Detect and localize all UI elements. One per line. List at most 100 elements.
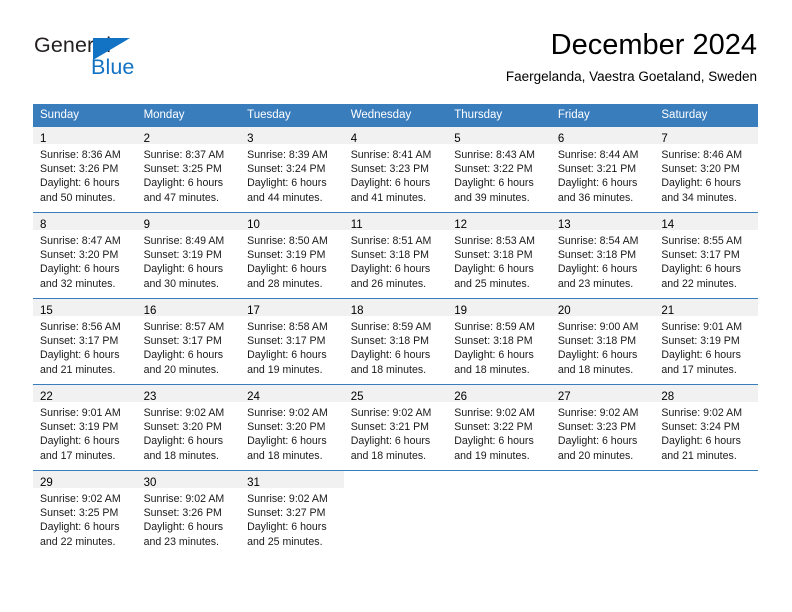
- day-number-band: 27: [550, 385, 655, 403]
- calendar-day-cell[interactable]: 25 Sunrise: 9:02 AM Sunset: 3:21 PM Dayligh…: [343, 384, 448, 471]
- daylight-duration-line1: Daylight: 6 hours: [350, 263, 431, 276]
- calendar-day-cell[interactable]: 11 Sunrise: 8:51 AM Sunset: 3:18 PM Dayligh…: [343, 212, 448, 299]
- calendar-day-cell[interactable]: 29 Sunrise: 9:02 AM Sunset: 3:25 PM Dayligh…: [33, 470, 137, 556]
- sunrise-time: Sunrise: 8:47 AM: [40, 235, 121, 247]
- daylight-duration-line2: and 44 minutes.: [247, 191, 323, 204]
- calendar-day-cell[interactable]: 12 Sunrise: 8:53 AM Sunset: 3:18 PM Dayligh…: [447, 212, 551, 299]
- calendar-day-cell[interactable]: 21 Sunrise: 9:01 AM Sunset: 3:19 PM Dayligh…: [654, 298, 758, 385]
- calendar-day-cell[interactable]: 30 Sunrise: 9:02 AM Sunset: 3:26 PM Dayligh…: [136, 470, 241, 556]
- calendar-day-cell[interactable]: 20 Sunrise: 9:00 AM Sunset: 3:18 PM Dayligh…: [550, 298, 655, 385]
- sunrise-time: Sunrise: 9:02 AM: [350, 407, 432, 419]
- calendar-day-cell[interactable]: 28 Sunrise: 9:02 AM Sunset: 3:24 PM Dayligh…: [654, 384, 758, 471]
- calendar-day-cell[interactable]: 23 Sunrise: 9:02 AM Sunset: 3:20 PM Dayligh…: [136, 384, 241, 471]
- daylight-duration-line2: and 20 minutes.: [143, 363, 219, 376]
- general-blue-logo[interactable]: General Blue: [34, 33, 214, 85]
- sunrise-time: Sunrise: 8:51 AM: [350, 235, 432, 247]
- calendar-day-cell[interactable]: 27 Sunrise: 9:02 AM Sunset: 3:23 PM Dayligh…: [550, 384, 655, 471]
- sunrise-time: Sunrise: 9:02 AM: [557, 407, 639, 419]
- day-number: 7: [661, 133, 668, 145]
- day-cell-content: 12 Sunrise: 8:53 AM Sunset: 3:18 PM Dayligh…: [447, 213, 551, 298]
- day-cell-content: 5 Sunrise: 8:43 AM Sunset: 3:22 PM Daylight…: [447, 127, 551, 212]
- day-details: Sunrise: 8:39 AM Sunset: 3:24 PM Daylight:…: [240, 144, 344, 205]
- sunset-time: Sunset: 3:22 PM: [454, 163, 533, 176]
- daylight-duration-line2: and 18 minutes.: [454, 363, 530, 376]
- daylight-duration-line2: and 34 minutes.: [661, 191, 737, 204]
- calendar-day-cell[interactable]: 8 Sunrise: 8:47 AM Sunset: 3:20 PM Daylight…: [33, 212, 137, 299]
- calendar-day-cell[interactable]: 24 Sunrise: 9:02 AM Sunset: 3:20 PM Dayligh…: [240, 384, 344, 471]
- daylight-duration-line2: and 47 minutes.: [143, 191, 219, 204]
- page-subtitle: Faergelanda, Vaestra Goetaland, Sweden: [505, 69, 757, 84]
- daylight-duration-line2: and 41 minutes.: [350, 191, 427, 204]
- calendar-day-cell[interactable]: 31 Sunrise: 9:02 AM Sunset: 3:27 PM Dayligh…: [240, 470, 344, 556]
- calendar-day-cell[interactable]: 5 Sunrise: 8:43 AM Sunset: 3:22 PM Daylight…: [447, 127, 551, 213]
- day-details: Sunrise: 8:44 AM Sunset: 3:21 PM Daylight:…: [551, 144, 655, 205]
- day-number: 26: [454, 391, 468, 403]
- calendar-day-cell[interactable]: 26 Sunrise: 9:02 AM Sunset: 3:22 PM Dayligh…: [447, 384, 551, 471]
- calendar-day-cell[interactable]: 9 Sunrise: 8:49 AM Sunset: 3:19 PM Daylight…: [136, 212, 241, 299]
- weekday-header-monday: Monday: [136, 104, 241, 127]
- daylight-duration-line1: Daylight: 6 hours: [247, 177, 327, 190]
- day-details: Sunrise: 9:02 AM Sunset: 3:27 PM Daylight:…: [240, 488, 344, 549]
- sunset-time: Sunset: 3:18 PM: [350, 249, 430, 262]
- daylight-duration-line1: Daylight: 6 hours: [247, 263, 327, 276]
- daylight-duration-line1: Daylight: 6 hours: [40, 263, 120, 276]
- sunset-time: Sunset: 3:19 PM: [143, 249, 222, 262]
- day-details: Sunrise: 8:53 AM Sunset: 3:18 PM Daylight:…: [447, 230, 551, 291]
- day-cell-content: 25 Sunrise: 9:02 AM Sunset: 3:21 PM Dayligh…: [343, 385, 448, 470]
- day-number: 24: [247, 391, 260, 403]
- sunset-time: Sunset: 3:18 PM: [557, 249, 637, 262]
- day-details: Sunrise: 9:02 AM Sunset: 3:20 PM Daylight:…: [240, 402, 344, 463]
- daylight-duration-line2: and 30 minutes.: [143, 277, 219, 290]
- sunset-time: Sunset: 3:17 PM: [40, 335, 119, 348]
- calendar-week-row: 22 Sunrise: 9:01 AM Sunset: 3:19 PM Dayligh…: [33, 384, 758, 471]
- day-number-band: 30: [136, 471, 241, 489]
- sunset-time: Sunset: 3:26 PM: [40, 163, 119, 176]
- day-details: Sunrise: 8:56 AM Sunset: 3:17 PM Daylight:…: [33, 316, 137, 377]
- calendar-day-cell[interactable]: 2 Sunrise: 8:37 AM Sunset: 3:25 PM Daylight…: [136, 127, 241, 213]
- daylight-duration-line1: Daylight: 6 hours: [247, 349, 327, 362]
- calendar-week-row: 29 Sunrise: 9:02 AM Sunset: 3:25 PM Dayligh…: [33, 470, 758, 556]
- sunset-time: Sunset: 3:22 PM: [454, 421, 533, 434]
- daylight-duration-line2: and 36 minutes.: [557, 191, 634, 204]
- calendar-day-cell: [343, 470, 448, 556]
- daylight-duration-line2: and 32 minutes.: [40, 277, 116, 290]
- sunset-time: Sunset: 3:26 PM: [143, 507, 222, 520]
- calendar-day-cell[interactable]: 19 Sunrise: 8:59 AM Sunset: 3:18 PM Dayligh…: [447, 298, 551, 385]
- calendar-day-cell[interactable]: 10 Sunrise: 8:50 AM Sunset: 3:19 PM Dayligh…: [240, 212, 344, 299]
- daylight-duration-line1: Daylight: 6 hours: [454, 349, 534, 362]
- calendar-day-cell[interactable]: 1 Sunrise: 8:36 AM Sunset: 3:26 PM Daylight…: [33, 127, 137, 213]
- day-cell-content: 30 Sunrise: 9:02 AM Sunset: 3:26 PM Dayligh…: [136, 471, 241, 556]
- sunset-time: Sunset: 3:20 PM: [247, 421, 326, 434]
- calendar-day-cell[interactable]: 13 Sunrise: 8:54 AM Sunset: 3:18 PM Dayligh…: [550, 212, 655, 299]
- daylight-duration-line2: and 25 minutes.: [454, 277, 530, 290]
- day-cell-content: [447, 471, 551, 556]
- calendar-day-cell[interactable]: 6 Sunrise: 8:44 AM Sunset: 3:21 PM Daylight…: [550, 127, 655, 213]
- calendar-day-cell[interactable]: 18 Sunrise: 8:59 AM Sunset: 3:18 PM Dayligh…: [343, 298, 448, 385]
- sunrise-time: Sunrise: 9:02 AM: [247, 493, 328, 505]
- day-number: 4: [350, 133, 358, 145]
- day-number-band: 17: [240, 299, 344, 317]
- page-header: General Blue December 2024 Faergelanda, …: [0, 0, 792, 100]
- calendar-day-cell[interactable]: 4 Sunrise: 8:41 AM Sunset: 3:23 PM Daylight…: [343, 127, 448, 213]
- calendar-day-cell[interactable]: 3 Sunrise: 8:39 AM Sunset: 3:24 PM Daylight…: [240, 127, 344, 213]
- day-details: Sunrise: 9:01 AM Sunset: 3:19 PM Daylight:…: [654, 316, 758, 377]
- calendar-day-cell[interactable]: 14 Sunrise: 8:55 AM Sunset: 3:17 PM Dayligh…: [654, 212, 758, 299]
- calendar-day-cell[interactable]: 16 Sunrise: 8:57 AM Sunset: 3:17 PM Dayligh…: [136, 298, 241, 385]
- day-number-band: 16: [136, 299, 241, 317]
- daylight-duration-line1: Daylight: 6 hours: [143, 177, 224, 190]
- calendar-day-cell[interactable]: 15 Sunrise: 8:56 AM Sunset: 3:17 PM Dayligh…: [33, 298, 137, 385]
- daylight-duration-line1: Daylight: 6 hours: [661, 263, 741, 276]
- sunrise-time: Sunrise: 8:54 AM: [557, 235, 639, 247]
- calendar-day-cell[interactable]: 17 Sunrise: 8:58 AM Sunset: 3:17 PM Dayligh…: [240, 298, 344, 385]
- sunset-time: Sunset: 3:23 PM: [350, 163, 430, 176]
- weekday-header-row: Sunday Monday Tuesday Wednesday Thursday…: [33, 104, 758, 127]
- day-details: Sunrise: 8:41 AM Sunset: 3:23 PM Daylight:…: [344, 144, 448, 205]
- daylight-duration-line2: and 19 minutes.: [247, 363, 323, 376]
- calendar-day-cell[interactable]: 22 Sunrise: 9:01 AM Sunset: 3:19 PM Dayligh…: [33, 384, 137, 471]
- sunrise-time: Sunrise: 8:59 AM: [454, 321, 535, 333]
- day-number-band: 22: [33, 385, 137, 403]
- sunrise-time: Sunrise: 8:53 AM: [454, 235, 535, 247]
- daylight-duration-line2: and 23 minutes.: [143, 535, 219, 548]
- daylight-duration-line2: and 18 minutes.: [143, 449, 219, 462]
- calendar-day-cell[interactable]: 7 Sunrise: 8:46 AM Sunset: 3:20 PM Daylight…: [654, 127, 758, 213]
